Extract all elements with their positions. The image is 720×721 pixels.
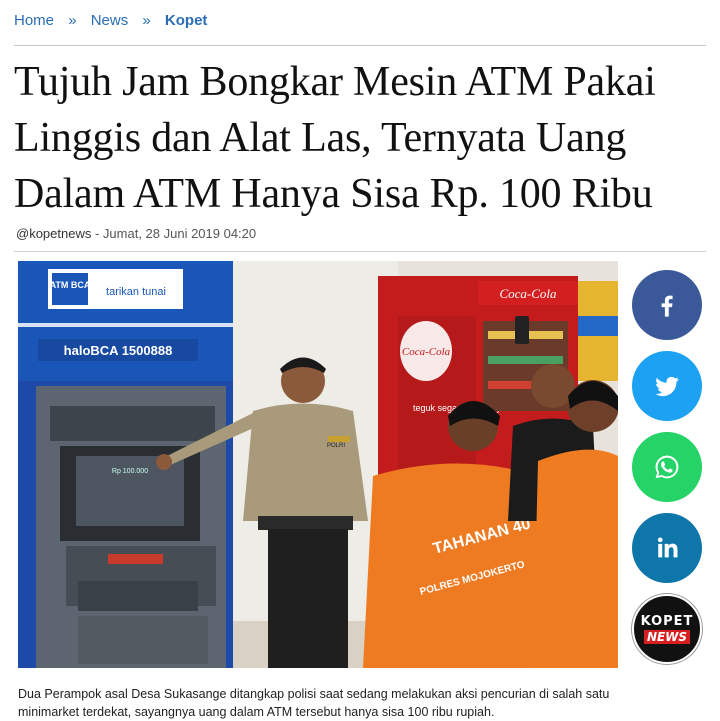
whatsapp-icon	[655, 455, 679, 479]
police-badge-text: POLRI	[327, 443, 345, 449]
logo-line2: NEWS	[643, 630, 691, 644]
logo-line1: KOPET	[640, 614, 694, 629]
atm-sign-text: tarikan tunai	[106, 286, 166, 298]
breadcrumb-current-link[interactable]: Kopet	[165, 12, 208, 29]
atm-screen-text: Rp 100.000	[112, 468, 148, 475]
linkedin-icon	[657, 537, 678, 558]
publish-date: - Jumat, 28 Juni 2019 04:20	[91, 226, 257, 241]
article-photo: ATM BCA tarikan tunai haloBCA 1500888 Rp…	[18, 261, 618, 668]
article-meta: @kopetnews - Jumat, 28 Juni 2019 04:20	[16, 226, 256, 241]
svg-text:Coca-Cola: Coca-Cola	[499, 286, 557, 301]
breadcrumb: Home » News » Kopet	[14, 12, 207, 29]
twitter-share-button[interactable]	[632, 351, 702, 421]
article-title: Tujuh Jam Bongkar Mesin ATM Pakai Linggi…	[14, 59, 656, 217]
twitter-icon	[655, 376, 679, 397]
photo-caption: Dua Perampok asal Desa Sukasange ditangk…	[18, 686, 610, 719]
divider	[14, 45, 706, 46]
linkedin-share-button[interactable]	[632, 513, 702, 583]
facebook-share-button[interactable]	[632, 270, 702, 340]
breadcrumb-separator: »	[68, 12, 77, 29]
divider	[14, 251, 706, 252]
atm-machine: ATM BCA tarikan tunai haloBCA 1500888 Rp…	[18, 261, 233, 668]
facebook-icon	[661, 295, 673, 317]
kopet-news-logo[interactable]: KOPET NEWS	[632, 594, 702, 664]
author-link[interactable]: @kopetnews	[16, 226, 91, 241]
breadcrumb-home-link[interactable]: Home	[14, 12, 54, 29]
cocacola-logo-text: Coca-Cola	[402, 346, 451, 358]
atm-hotline-text: haloBCA 1500888	[64, 343, 173, 358]
breadcrumb-separator: »	[142, 12, 151, 29]
breadcrumb-news-link[interactable]: News	[91, 12, 129, 29]
whatsapp-share-button[interactable]	[632, 432, 702, 502]
atm-brand-text: ATM BCA	[50, 280, 91, 290]
